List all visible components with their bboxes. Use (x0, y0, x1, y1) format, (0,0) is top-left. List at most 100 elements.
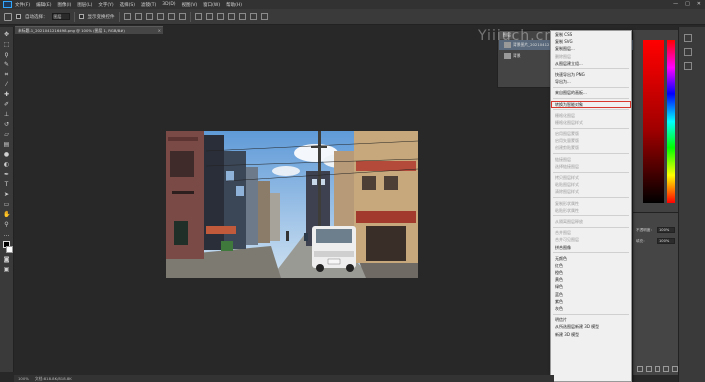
context-menu-item[interactable]: 复制图层... (551, 45, 631, 52)
context-menu-item[interactable]: 导出为... (551, 78, 631, 85)
menu-select[interactable]: 选择(S) (120, 2, 135, 8)
type-tool-icon[interactable]: T (3, 181, 10, 188)
close-window-button[interactable]: ✕ (697, 1, 701, 8)
options-divider (73, 11, 75, 22)
screen-mode-icon[interactable]: ▣ (3, 266, 10, 273)
minimize-button[interactable]: — (673, 1, 678, 8)
menu-edit[interactable]: 编辑(E) (36, 2, 51, 8)
context-menu-item[interactable]: 复制 CSS (551, 31, 631, 38)
context-menu-item[interactable]: 蓝色 (551, 291, 631, 298)
context-menu-item[interactable]: 黄色 (551, 276, 631, 283)
context-menu-item[interactable]: 从图层建立组... (551, 60, 631, 67)
distribute-bottom-icon[interactable] (216, 13, 224, 20)
menu-separator (553, 98, 629, 99)
add-style-icon[interactable] (645, 366, 652, 372)
crop-tool-icon[interactable]: ⌗ (3, 71, 10, 78)
context-menu-item: 启用矢量蒙版 (555, 138, 579, 144)
context-menu-item[interactable]: 橙色 (551, 269, 631, 276)
show-transform-checkbox[interactable] (78, 14, 84, 19)
zoom-level[interactable]: 100% (18, 375, 29, 382)
history-brush-tool-icon[interactable]: ↺ (3, 121, 10, 128)
opacity-field[interactable]: 100% (657, 227, 675, 233)
convert-to-smart-object-menu-item[interactable]: 转换为智能对象 (551, 100, 631, 108)
context-menu-item[interactable]: 复制 SVG (551, 38, 631, 45)
hue-slider[interactable] (667, 40, 675, 203)
context-menu-item[interactable]: 来自图层的画板... (551, 89, 631, 96)
distribute-center-icon[interactable] (238, 13, 246, 20)
hand-tool-icon[interactable]: ✋ (3, 211, 10, 218)
eraser-tool-icon[interactable]: ▱ (3, 131, 10, 138)
move-tool-preset-icon[interactable] (4, 12, 12, 21)
auto-select-dropdown[interactable]: 图层 (51, 13, 70, 20)
document-tab[interactable]: 未标题-1_2021041216498.png @ 100% (图层 1, RG… (15, 26, 163, 34)
context-menu-item[interactable]: 红色 (551, 262, 631, 269)
menu-view[interactable]: 视图(V) (182, 2, 198, 8)
menu-window[interactable]: 窗口(W) (203, 2, 220, 8)
align-top-icon[interactable] (123, 13, 131, 20)
actions-panel-icon[interactable] (684, 48, 692, 56)
new-adjustment-icon[interactable] (663, 366, 670, 372)
quick-mask-icon[interactable]: ◙ (3, 256, 10, 263)
history-panel-icon[interactable] (684, 34, 692, 42)
menu-separator (553, 153, 629, 155)
clone-stamp-tool-icon[interactable]: ⊥ (3, 111, 10, 118)
align-bottom-icon[interactable] (145, 13, 153, 20)
context-menu-item[interactable]: 绿色 (551, 283, 631, 290)
move-tool-icon[interactable]: ✥ (3, 31, 10, 38)
context-menu-item[interactable]: 灰色 (551, 305, 631, 312)
context-menu-item[interactable]: 从所选图层新建 3D 模型 (551, 323, 631, 330)
align-left-icon[interactable] (156, 13, 164, 20)
add-mask-icon[interactable] (654, 366, 661, 372)
context-menu-item[interactable]: 快速导出为 PNG (551, 71, 631, 78)
close-tab-icon[interactable]: × (158, 27, 161, 34)
distribute-top-icon[interactable] (194, 13, 202, 20)
context-menu-item[interactable]: 紫色 (551, 298, 631, 305)
menu-separator (553, 215, 629, 217)
maximize-button[interactable]: □ (685, 1, 690, 8)
swatches-panel-icon[interactable] (684, 62, 692, 70)
fill-field[interactable]: 100% (657, 238, 675, 244)
distribute-right-icon[interactable] (249, 13, 257, 20)
brush-tool-icon[interactable]: ✐ (3, 101, 10, 108)
context-menu-item[interactable]: 拼合图像 (551, 244, 631, 251)
zoom-tool-icon[interactable]: ⚲ (3, 221, 10, 228)
path-select-tool-icon[interactable]: ➤ (3, 191, 10, 198)
eyedropper-tool-icon[interactable]: ⁄ (3, 81, 10, 88)
menu-layer[interactable]: 图层(L) (77, 2, 92, 8)
background-color-swatch[interactable] (5, 246, 13, 253)
quick-select-tool-icon[interactable]: ✎ (3, 61, 10, 68)
context-menu-item[interactable]: 明信片 (551, 316, 631, 323)
context-menu-item[interactable]: 无颜色 (551, 255, 631, 262)
link-layers-icon[interactable] (637, 366, 643, 372)
dodge-tool-icon[interactable]: ◐ (3, 161, 10, 168)
pen-tool-icon[interactable]: ✒ (3, 171, 10, 178)
context-menu-item[interactable]: 新建 3D 模型 (551, 331, 631, 338)
marquee-tool-icon[interactable]: ⬚ (3, 41, 10, 48)
align-center-icon[interactable] (167, 13, 175, 20)
lasso-tool-icon[interactable]: ϙ (3, 51, 10, 58)
align-middle-icon[interactable] (134, 13, 142, 20)
menu-file[interactable]: 文件(F) (15, 2, 30, 8)
shape-tool-icon[interactable]: ▭ (3, 201, 10, 208)
new-group-icon[interactable] (672, 366, 678, 372)
canvas-photo[interactable] (166, 131, 418, 278)
menu-type[interactable]: 文字(Y) (98, 2, 113, 8)
distribute-middle-icon[interactable] (205, 13, 213, 20)
healing-brush-tool-icon[interactable]: ✚ (3, 91, 10, 98)
auto-select-label: 自动选择： (25, 14, 48, 20)
gradient-tool-icon[interactable]: ▤ (3, 141, 10, 148)
menu-image[interactable]: 图像(I) (57, 2, 71, 8)
blur-tool-icon[interactable]: ● (3, 151, 10, 158)
distribute-left-icon[interactable] (227, 13, 235, 20)
context-menu-item: 栅格化图层样式 (555, 119, 583, 125)
menu-filter[interactable]: 滤镜(T) (141, 2, 156, 8)
auto-select-checkbox[interactable] (16, 14, 21, 19)
context-menu-item: 粘贴形状属性 (555, 207, 579, 213)
panel-dock-strip (678, 27, 705, 382)
menu-help[interactable]: 帮助(H) (226, 2, 242, 8)
color-picker-field[interactable] (643, 40, 664, 203)
menu-3d[interactable]: 3D(D) (162, 2, 175, 7)
auto-align-icon[interactable] (260, 13, 268, 20)
more-tools-icon[interactable]: … (3, 231, 10, 238)
align-right-icon[interactable] (178, 13, 186, 20)
